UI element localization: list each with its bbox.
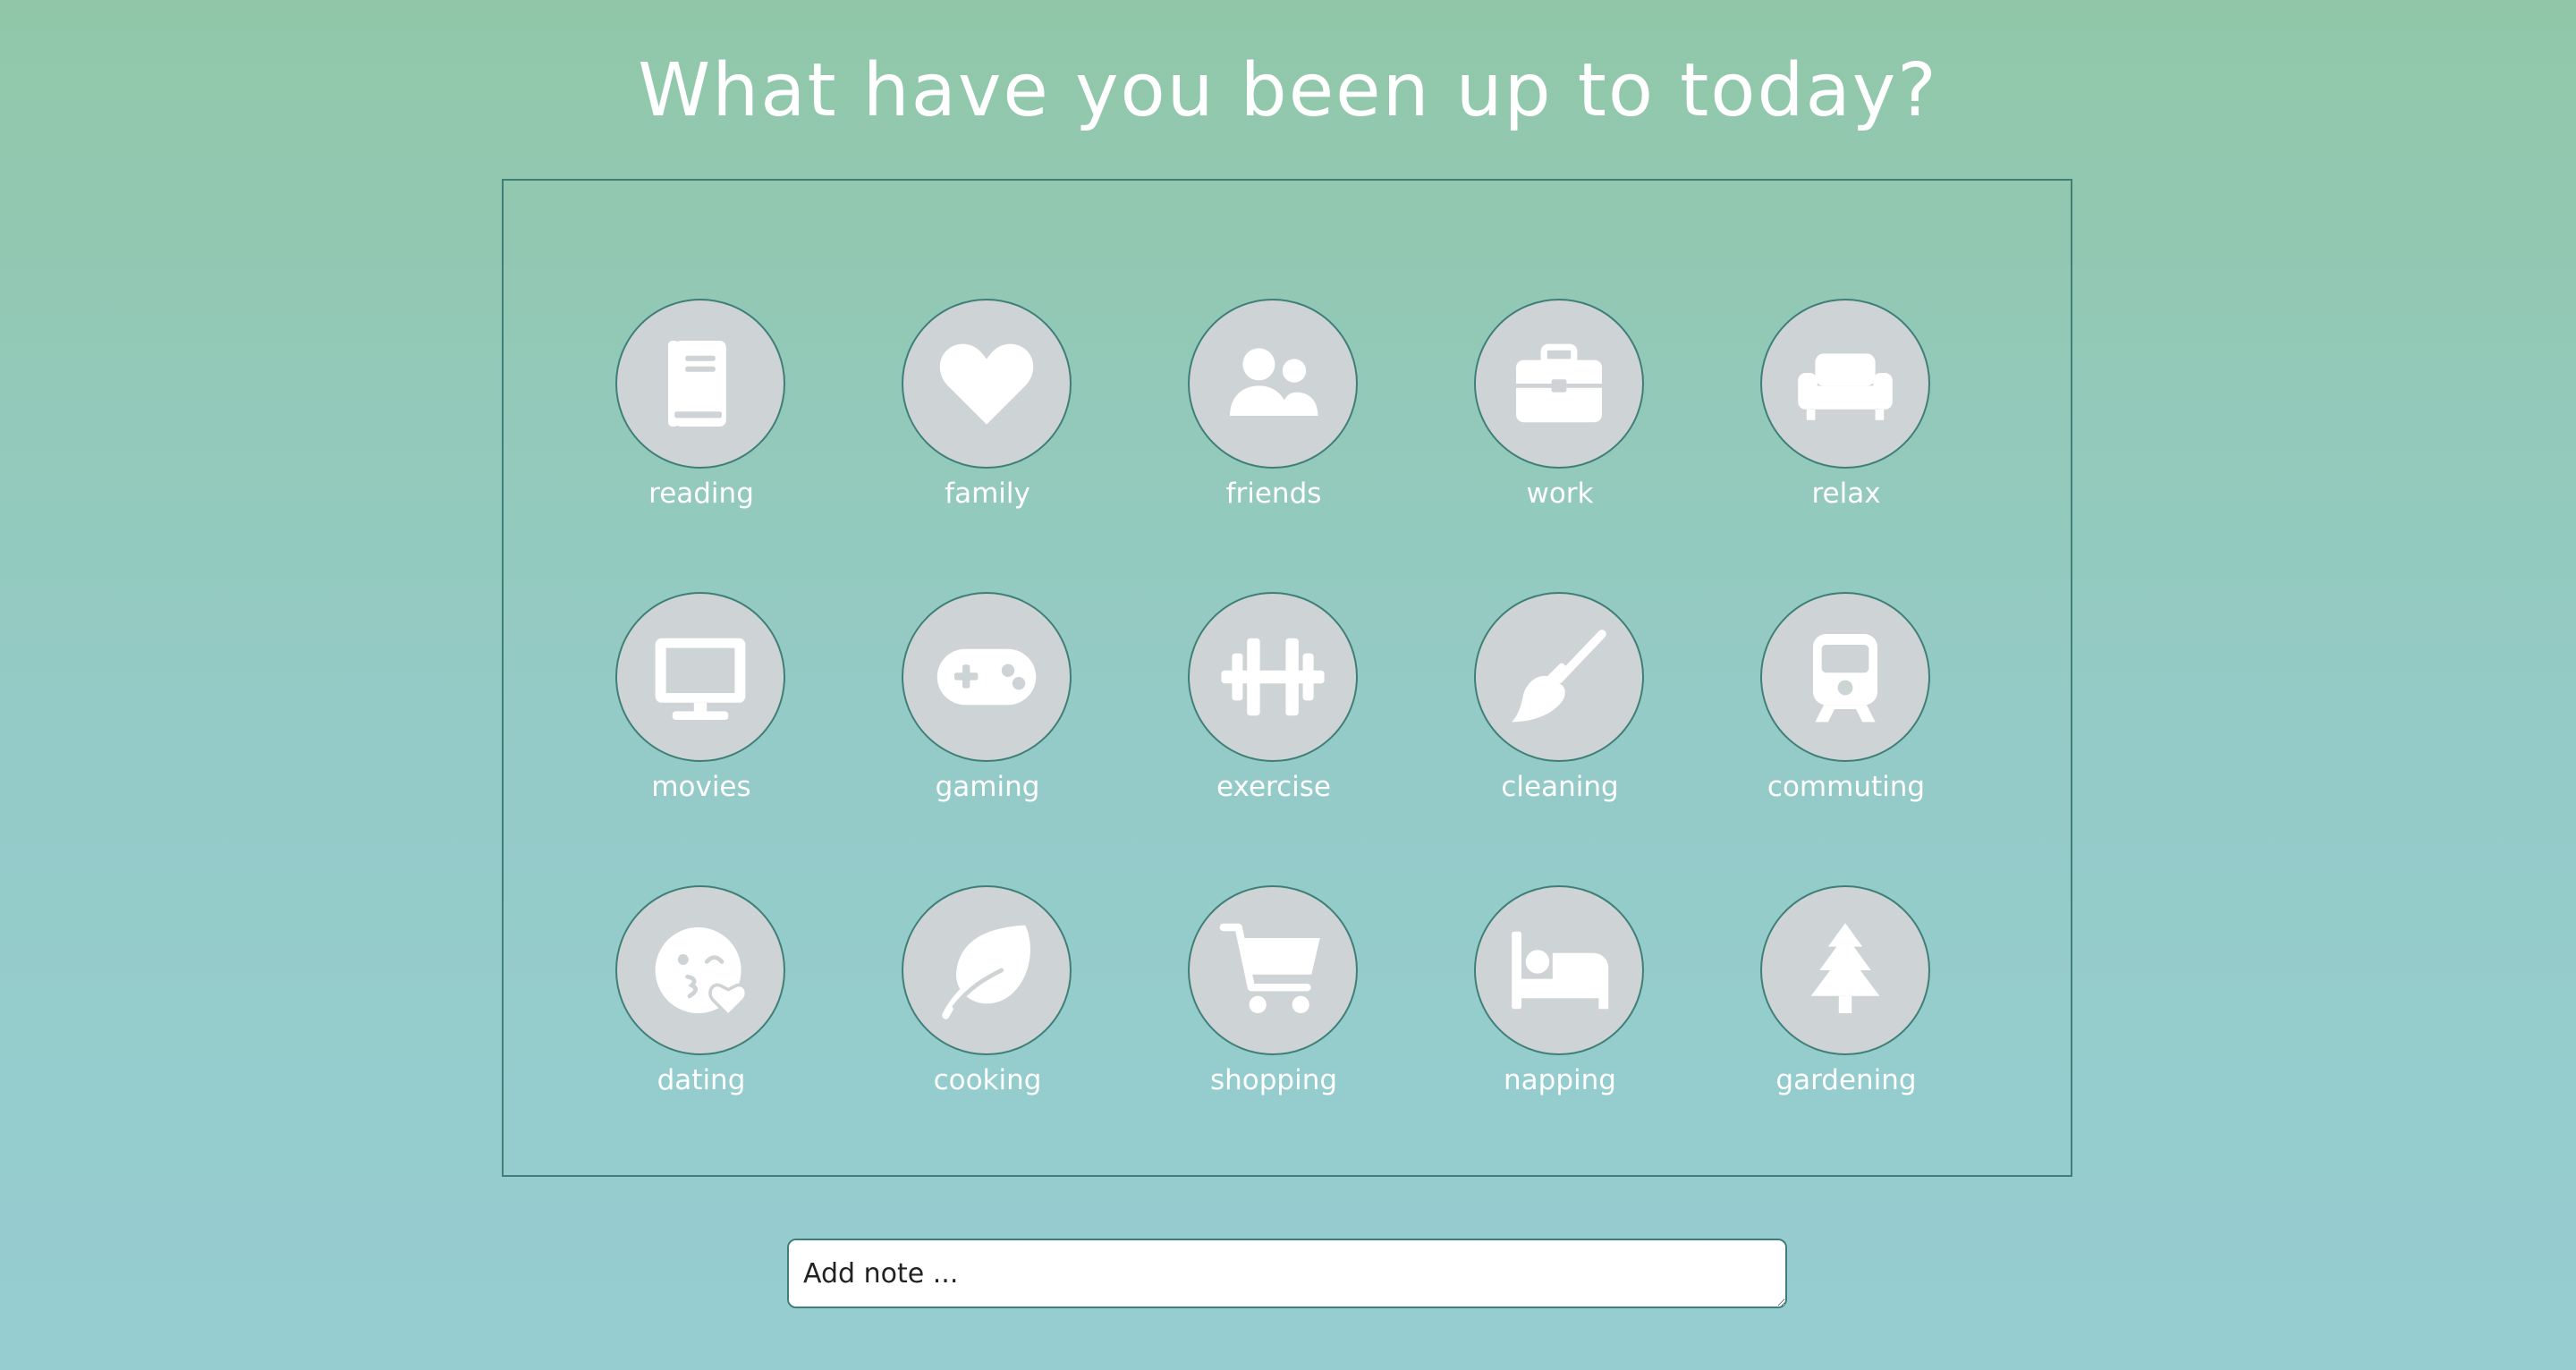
activity-circle[interactable]	[902, 885, 1072, 1055]
activity-friends[interactable]: friends	[1157, 299, 1390, 522]
activity-circle[interactable]	[1188, 592, 1358, 762]
broom-icon	[1512, 630, 1606, 723]
activity-label: dating	[657, 1064, 746, 1096]
activities-grid: reading family friends work relax movies…	[504, 181, 2071, 1175]
activity-label: movies	[651, 771, 751, 803]
activity-gardening[interactable]: gardening	[1730, 885, 1962, 1109]
bed-icon	[1512, 931, 1609, 1010]
activity-label: reading	[648, 478, 754, 510]
activity-circle[interactable]	[1474, 885, 1644, 1055]
users-icon	[1230, 348, 1318, 416]
activity-label: shopping	[1209, 1064, 1338, 1096]
briefcase-icon	[1516, 343, 1602, 423]
activity-label: gaming	[935, 771, 1040, 803]
activity-circle[interactable]	[902, 299, 1072, 469]
activity-circle[interactable]	[615, 299, 785, 469]
activity-label: relax	[1811, 478, 1881, 510]
activity-gaming[interactable]: gaming	[871, 592, 1104, 816]
couch-icon	[1798, 353, 1893, 420]
gamepad-icon	[936, 648, 1037, 706]
shopping-cart-icon	[1219, 923, 1320, 1013]
activity-label: gardening	[1775, 1064, 1917, 1096]
activity-label: commuting	[1767, 771, 1926, 803]
heart-icon	[939, 343, 1034, 425]
note-input[interactable]	[787, 1239, 1787, 1308]
book-icon	[668, 341, 726, 427]
activity-label: cooking	[933, 1064, 1042, 1096]
activity-circle[interactable]	[1760, 885, 1930, 1055]
activity-family[interactable]: family	[871, 299, 1104, 522]
activity-work[interactable]: work	[1444, 299, 1676, 522]
activities-panel: reading family friends work relax movies…	[502, 179, 2072, 1177]
activity-dating[interactable]: dating	[585, 885, 818, 1109]
activity-relax[interactable]: relax	[1730, 299, 1962, 522]
activity-circle[interactable]	[1188, 299, 1358, 469]
activity-napping[interactable]: napping	[1444, 885, 1676, 1109]
activity-label: friends	[1225, 478, 1322, 510]
train-icon	[1813, 634, 1877, 723]
activity-circle[interactable]	[615, 592, 785, 762]
activity-circle[interactable]	[1474, 592, 1644, 762]
activity-circle[interactable]	[1760, 299, 1930, 469]
tv-icon	[655, 638, 746, 720]
page-title: What have you been up to today?	[638, 48, 1938, 133]
kiss-wink-heart-icon	[655, 927, 749, 1018]
activity-circle[interactable]	[902, 592, 1072, 762]
activity-circle[interactable]	[1474, 299, 1644, 469]
activity-label: cleaning	[1501, 771, 1619, 803]
activity-circle[interactable]	[615, 885, 785, 1055]
activity-label: work	[1526, 478, 1594, 510]
activity-label: napping	[1504, 1064, 1616, 1096]
activity-label: family	[945, 478, 1030, 510]
dumbbell-icon	[1221, 638, 1325, 716]
activity-circle[interactable]	[1188, 885, 1358, 1055]
activity-shopping[interactable]: shopping	[1157, 885, 1390, 1109]
activity-commuting[interactable]: commuting	[1730, 592, 1962, 816]
activity-label: exercise	[1216, 771, 1331, 803]
leaf-icon	[942, 925, 1030, 1019]
tree-icon	[1810, 923, 1880, 1013]
activity-circle[interactable]	[1760, 592, 1930, 762]
activity-movies[interactable]: movies	[585, 592, 818, 816]
activity-cooking[interactable]: cooking	[871, 885, 1104, 1109]
activity-exercise[interactable]: exercise	[1157, 592, 1390, 816]
activity-cleaning[interactable]: cleaning	[1444, 592, 1676, 816]
activity-reading[interactable]: reading	[585, 299, 818, 522]
